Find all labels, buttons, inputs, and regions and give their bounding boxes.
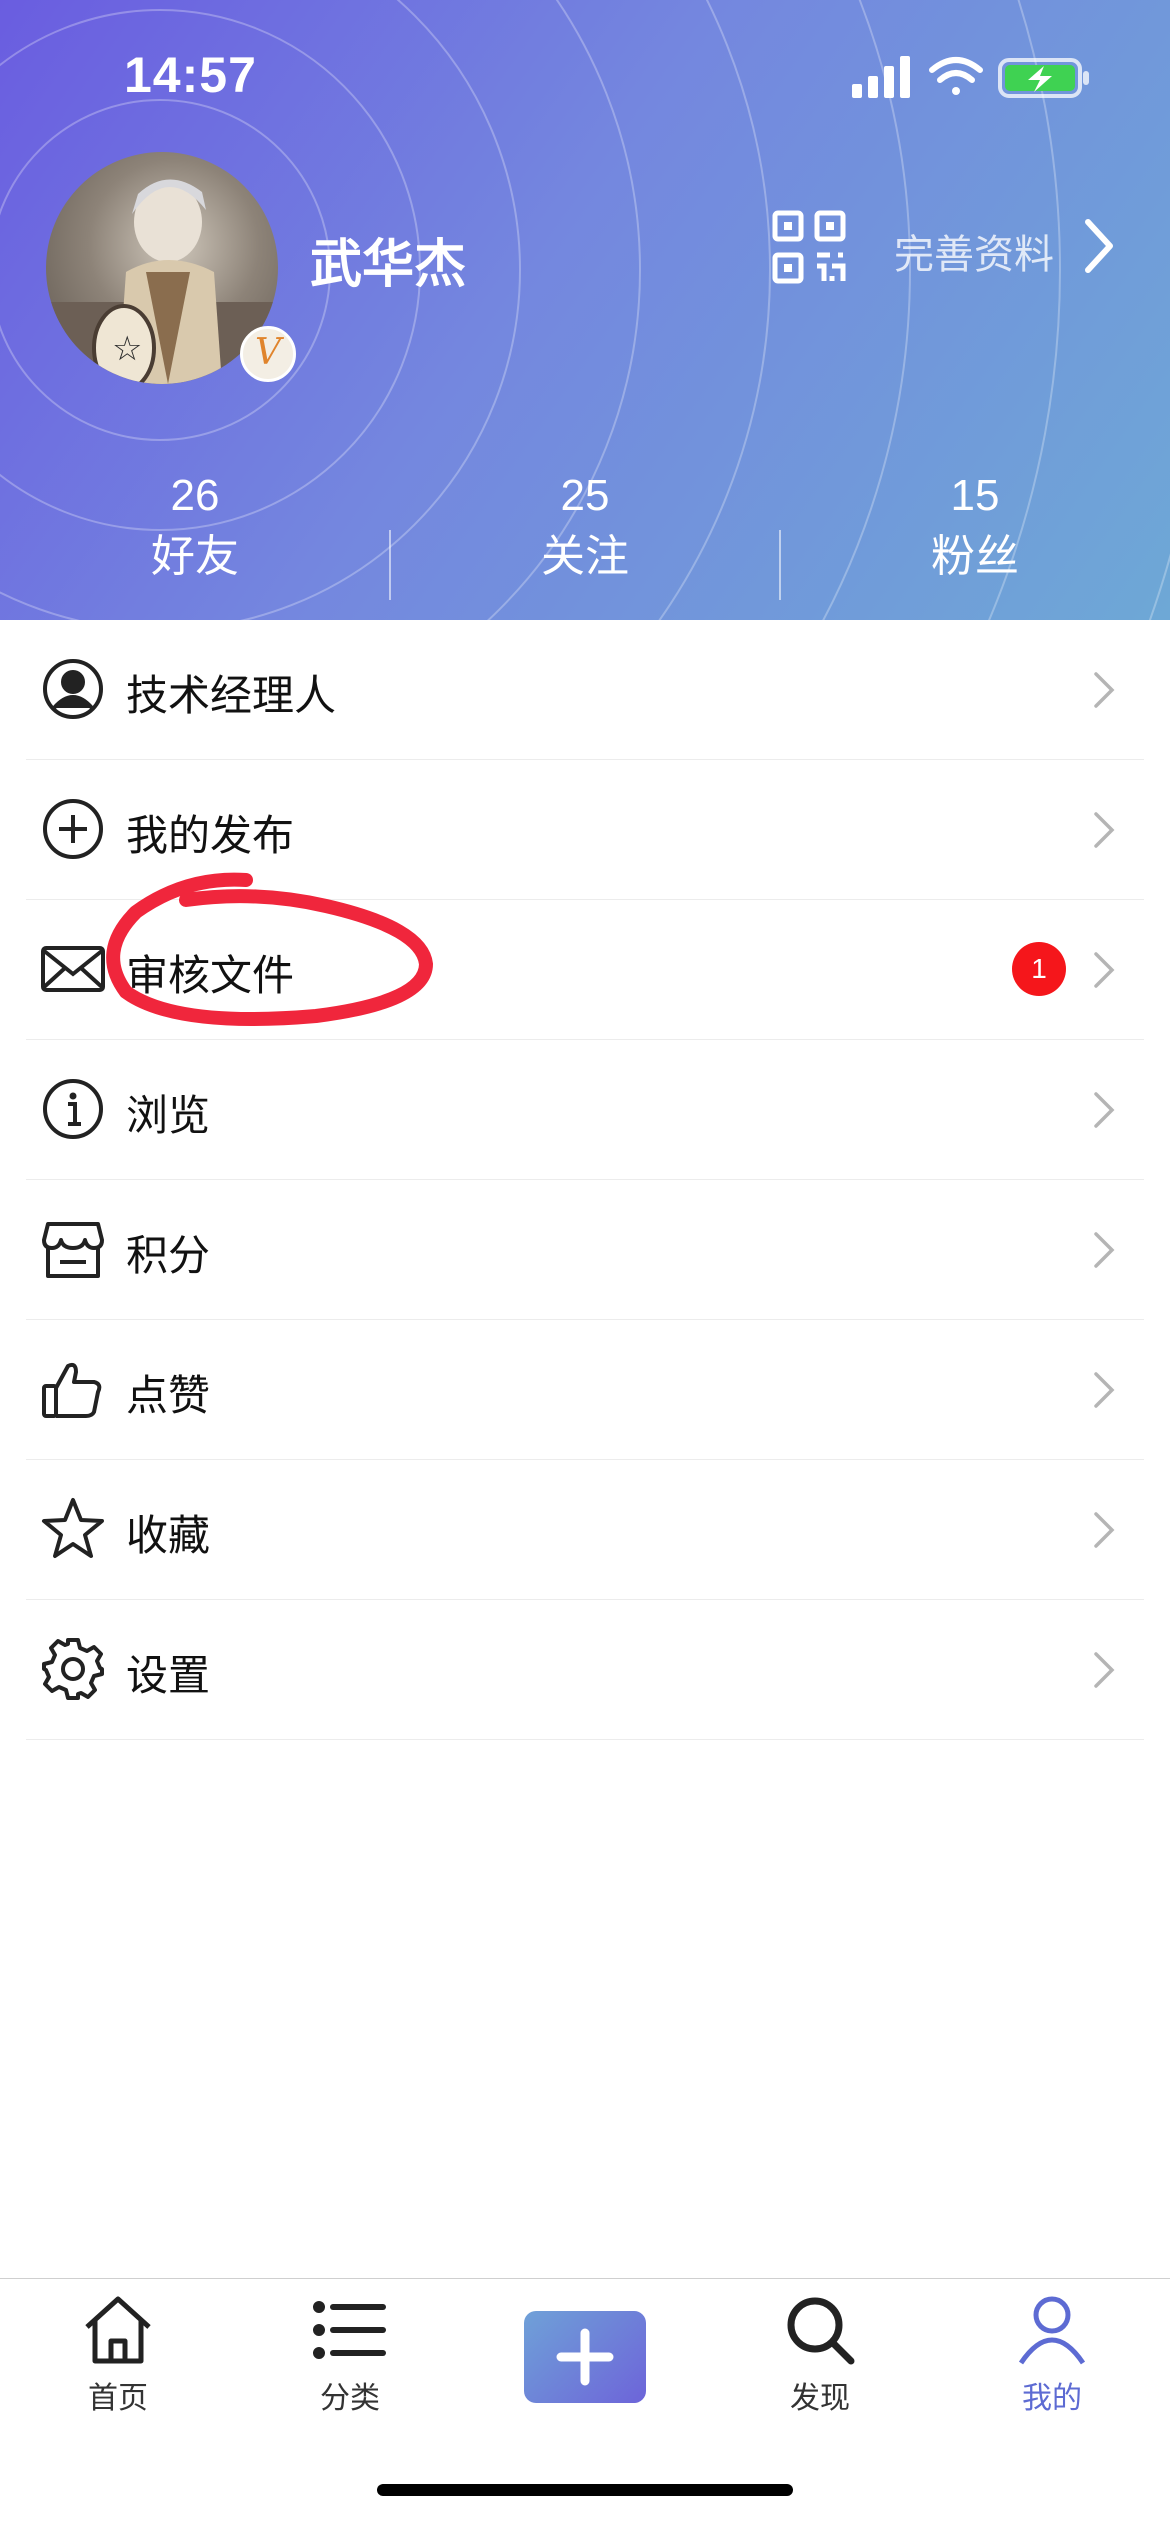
verified-badge: V	[240, 326, 296, 382]
svg-text:☆: ☆	[112, 329, 142, 369]
stat-fans[interactable]: 15 粉丝	[780, 468, 1170, 590]
menu-item-label: 我的发布	[126, 811, 295, 860]
chevron-right-icon[interactable]	[1080, 216, 1116, 280]
menu-item-likes[interactable]: 点赞	[26, 1320, 1144, 1460]
tab-label: 分类	[320, 2381, 380, 2416]
stats-bar: 26 好友 25 关注 15 粉丝	[0, 468, 1170, 600]
menu-item-points[interactable]: 积分	[26, 1180, 1144, 1320]
tab-label: 我的	[1022, 2381, 1082, 2416]
cellular-signal-icon	[852, 56, 910, 98]
home-indicator	[377, 2484, 793, 2496]
gear-icon	[42, 1638, 104, 1700]
chevron-right-icon	[1094, 1232, 1115, 1268]
stat-following[interactable]: 25 关注	[390, 468, 780, 590]
highlight-annotation	[106, 872, 433, 1026]
star-icon	[42, 1498, 104, 1558]
stat-value: 15	[950, 471, 1000, 520]
menu-item-label: 浏览	[126, 1091, 211, 1140]
tab-label: 发现	[790, 2381, 850, 2416]
chevron-right-icon	[1094, 1652, 1115, 1688]
plus-icon	[556, 2328, 614, 2386]
notification-badge: 1	[1012, 942, 1066, 996]
tab-label: 首页	[88, 2381, 148, 2416]
stat-friends[interactable]: 26 好友	[0, 468, 390, 590]
status-time: 14:57	[124, 47, 257, 103]
tab-mine[interactable]: 我的	[972, 2293, 1132, 2417]
stat-value: 25	[560, 471, 610, 520]
menu-item-tech-manager[interactable]: 技术经理人	[26, 620, 1144, 760]
chevron-right-icon	[1094, 812, 1115, 848]
chevron-right-icon	[1094, 1512, 1115, 1548]
menu-item-label: 点赞	[126, 1371, 211, 1420]
info-icon	[43, 1079, 103, 1139]
chevron-right-icon	[1094, 1092, 1115, 1128]
user-icon	[1018, 2296, 1086, 2365]
store-icon	[42, 1222, 104, 1278]
user-circle-icon	[43, 659, 103, 719]
stat-label: 关注	[541, 531, 629, 582]
menu-item-favorites[interactable]: 收藏	[26, 1460, 1144, 1600]
home-icon	[85, 2296, 151, 2364]
menu-item-label: 设置	[126, 1651, 211, 1700]
tab-discover[interactable]: 发现	[740, 2293, 900, 2417]
chevron-right-icon	[1094, 952, 1115, 988]
tab-home[interactable]: 首页	[38, 2293, 198, 2417]
search-icon	[787, 2297, 855, 2365]
stat-label: 好友	[151, 531, 239, 582]
plus-circle-icon	[43, 799, 103, 859]
menu-item-label: 收藏	[126, 1511, 211, 1560]
menu-list: 技术经理人 我的发布 审核文件 1 浏览 积分 点赞 收藏 设置	[0, 620, 1170, 1740]
menu-item-label: 技术经理人	[126, 671, 337, 720]
menu-item-label: 积分	[126, 1231, 211, 1280]
status-icons	[852, 54, 1092, 104]
chevron-right-icon	[1094, 672, 1115, 708]
edit-profile-link[interactable]: 完善资料	[894, 222, 1054, 280]
list-icon	[313, 2301, 386, 2359]
thumbs-up-icon	[42, 1362, 102, 1418]
wifi-icon	[929, 57, 983, 95]
chevron-right-icon	[1094, 1372, 1115, 1408]
menu-item-browse[interactable]: 浏览	[26, 1040, 1144, 1180]
qr-code-icon[interactable]	[772, 210, 846, 288]
stat-label: 粉丝	[931, 531, 1019, 582]
profile-header: 14:57 ☆ V 武华杰 完善资料 26 好友 25 关注 15 粉丝	[0, 0, 1170, 620]
stat-value: 26	[170, 471, 220, 520]
publish-plus-button[interactable]	[524, 2311, 646, 2403]
menu-item-settings[interactable]: 设置	[26, 1600, 1144, 1740]
tab-category[interactable]: 分类	[270, 2293, 430, 2417]
username: 武华杰	[310, 235, 467, 295]
battery-charging-icon	[998, 58, 1089, 98]
